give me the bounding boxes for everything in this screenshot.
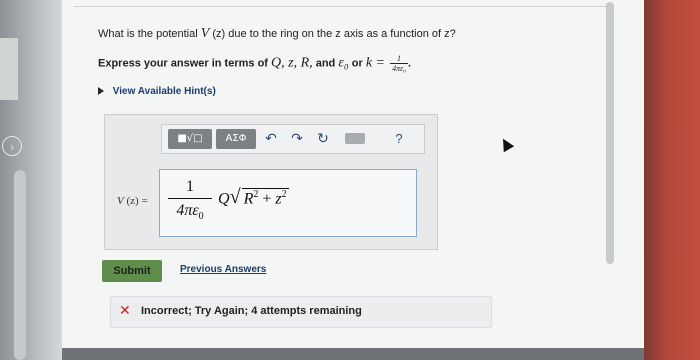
instruction-vars: Q, z, R, (271, 55, 313, 71)
sqrt-z-exp: 2 (281, 189, 287, 200)
question-suffix: due to the ring on the z axis as a funct… (228, 28, 456, 40)
divider (74, 6, 614, 7)
previous-answers-link[interactable]: Previous Answers (180, 264, 266, 275)
question-arg: (z) (212, 28, 226, 40)
answer-rhs: Q √ R2 + z2 (218, 186, 289, 208)
left-gutter: › (0, 0, 62, 360)
instruction-or: or (351, 57, 363, 70)
answer-input[interactable]: 1 4πε0 Q √ R2 + z2 (159, 169, 417, 237)
submit-button[interactable]: Submit (102, 260, 162, 282)
undo-icon[interactable]: ↶ (262, 128, 280, 150)
k-numerator: 1 (390, 54, 409, 64)
instruction-lead: Express your answer in terms of (98, 57, 268, 70)
redo-icon[interactable]: ↷ (288, 128, 306, 150)
sqrt-plus: + (258, 190, 276, 208)
rhs-charge: Q (218, 190, 230, 208)
radical-icon: √ (229, 186, 241, 208)
instruction-and: and (315, 57, 336, 70)
answer-panel: ■√□ ΑΣΦ ↶ ↷ ↻ ? V (z) = 1 4πε0 Q √ R2 + z2 (104, 114, 438, 250)
expand-triangle-icon (98, 87, 104, 96)
help-icon[interactable]: ? (392, 128, 406, 150)
denominator-text: 4πε (176, 202, 199, 219)
k-denominator: 4πε₀ (392, 64, 407, 73)
instruction-eps: ε₀ (338, 55, 349, 71)
side-tab[interactable] (0, 38, 18, 100)
feedback-message: Incorrect; Try Again; 4 attempts remaini… (141, 305, 362, 317)
feedback-banner: ✕ Incorrect; Try Again; 4 attempts remai… (110, 296, 492, 328)
hints-label: View Available Hint(s) (112, 86, 216, 97)
answer-lhs: V (z) = (117, 195, 148, 207)
math-toolbar: ■√□ ΑΣΦ ↶ ↷ ↻ ? (161, 124, 425, 154)
lhs-arg: (z) = (126, 195, 148, 207)
reset-icon[interactable]: ↻ (314, 128, 332, 150)
collapse-icon[interactable]: › (2, 136, 22, 156)
background-edge (644, 0, 700, 360)
sqrt-body: R2 + z2 (241, 188, 289, 208)
sqrt-r: R (243, 190, 254, 208)
question-prefix: What is the potential (98, 28, 198, 40)
question-text: What is the potential V (z) due to the r… (98, 26, 456, 42)
templates-button[interactable]: ■√□ (168, 129, 212, 149)
denominator-sub: 0 (198, 211, 204, 223)
page-scrollbar[interactable] (606, 2, 614, 264)
lhs-var: V (117, 195, 124, 207)
view-hints-link[interactable]: View Available Hint(s) (98, 86, 216, 97)
keyboard-icon[interactable] (345, 133, 365, 144)
left-scrollbar[interactable] (14, 170, 26, 360)
question-var: V (200, 26, 210, 41)
sqrt-expression: √ R2 + z2 (229, 186, 289, 208)
fraction-denominator: 4πε0 (168, 199, 212, 229)
problem-page: What is the potential V (z) due to the r… (62, 0, 644, 348)
incorrect-icon: ✕ (119, 303, 131, 319)
instruction-k: k = (365, 55, 386, 71)
instruction-text: Express your answer in terms of Q, z, R,… (98, 54, 412, 73)
k-fraction: 1 4πε₀ (390, 54, 409, 73)
answer-fraction: 1 4πε0 (168, 176, 212, 229)
fraction-numerator: 1 (186, 178, 194, 195)
symbols-button[interactable]: ΑΣΦ (216, 129, 256, 149)
